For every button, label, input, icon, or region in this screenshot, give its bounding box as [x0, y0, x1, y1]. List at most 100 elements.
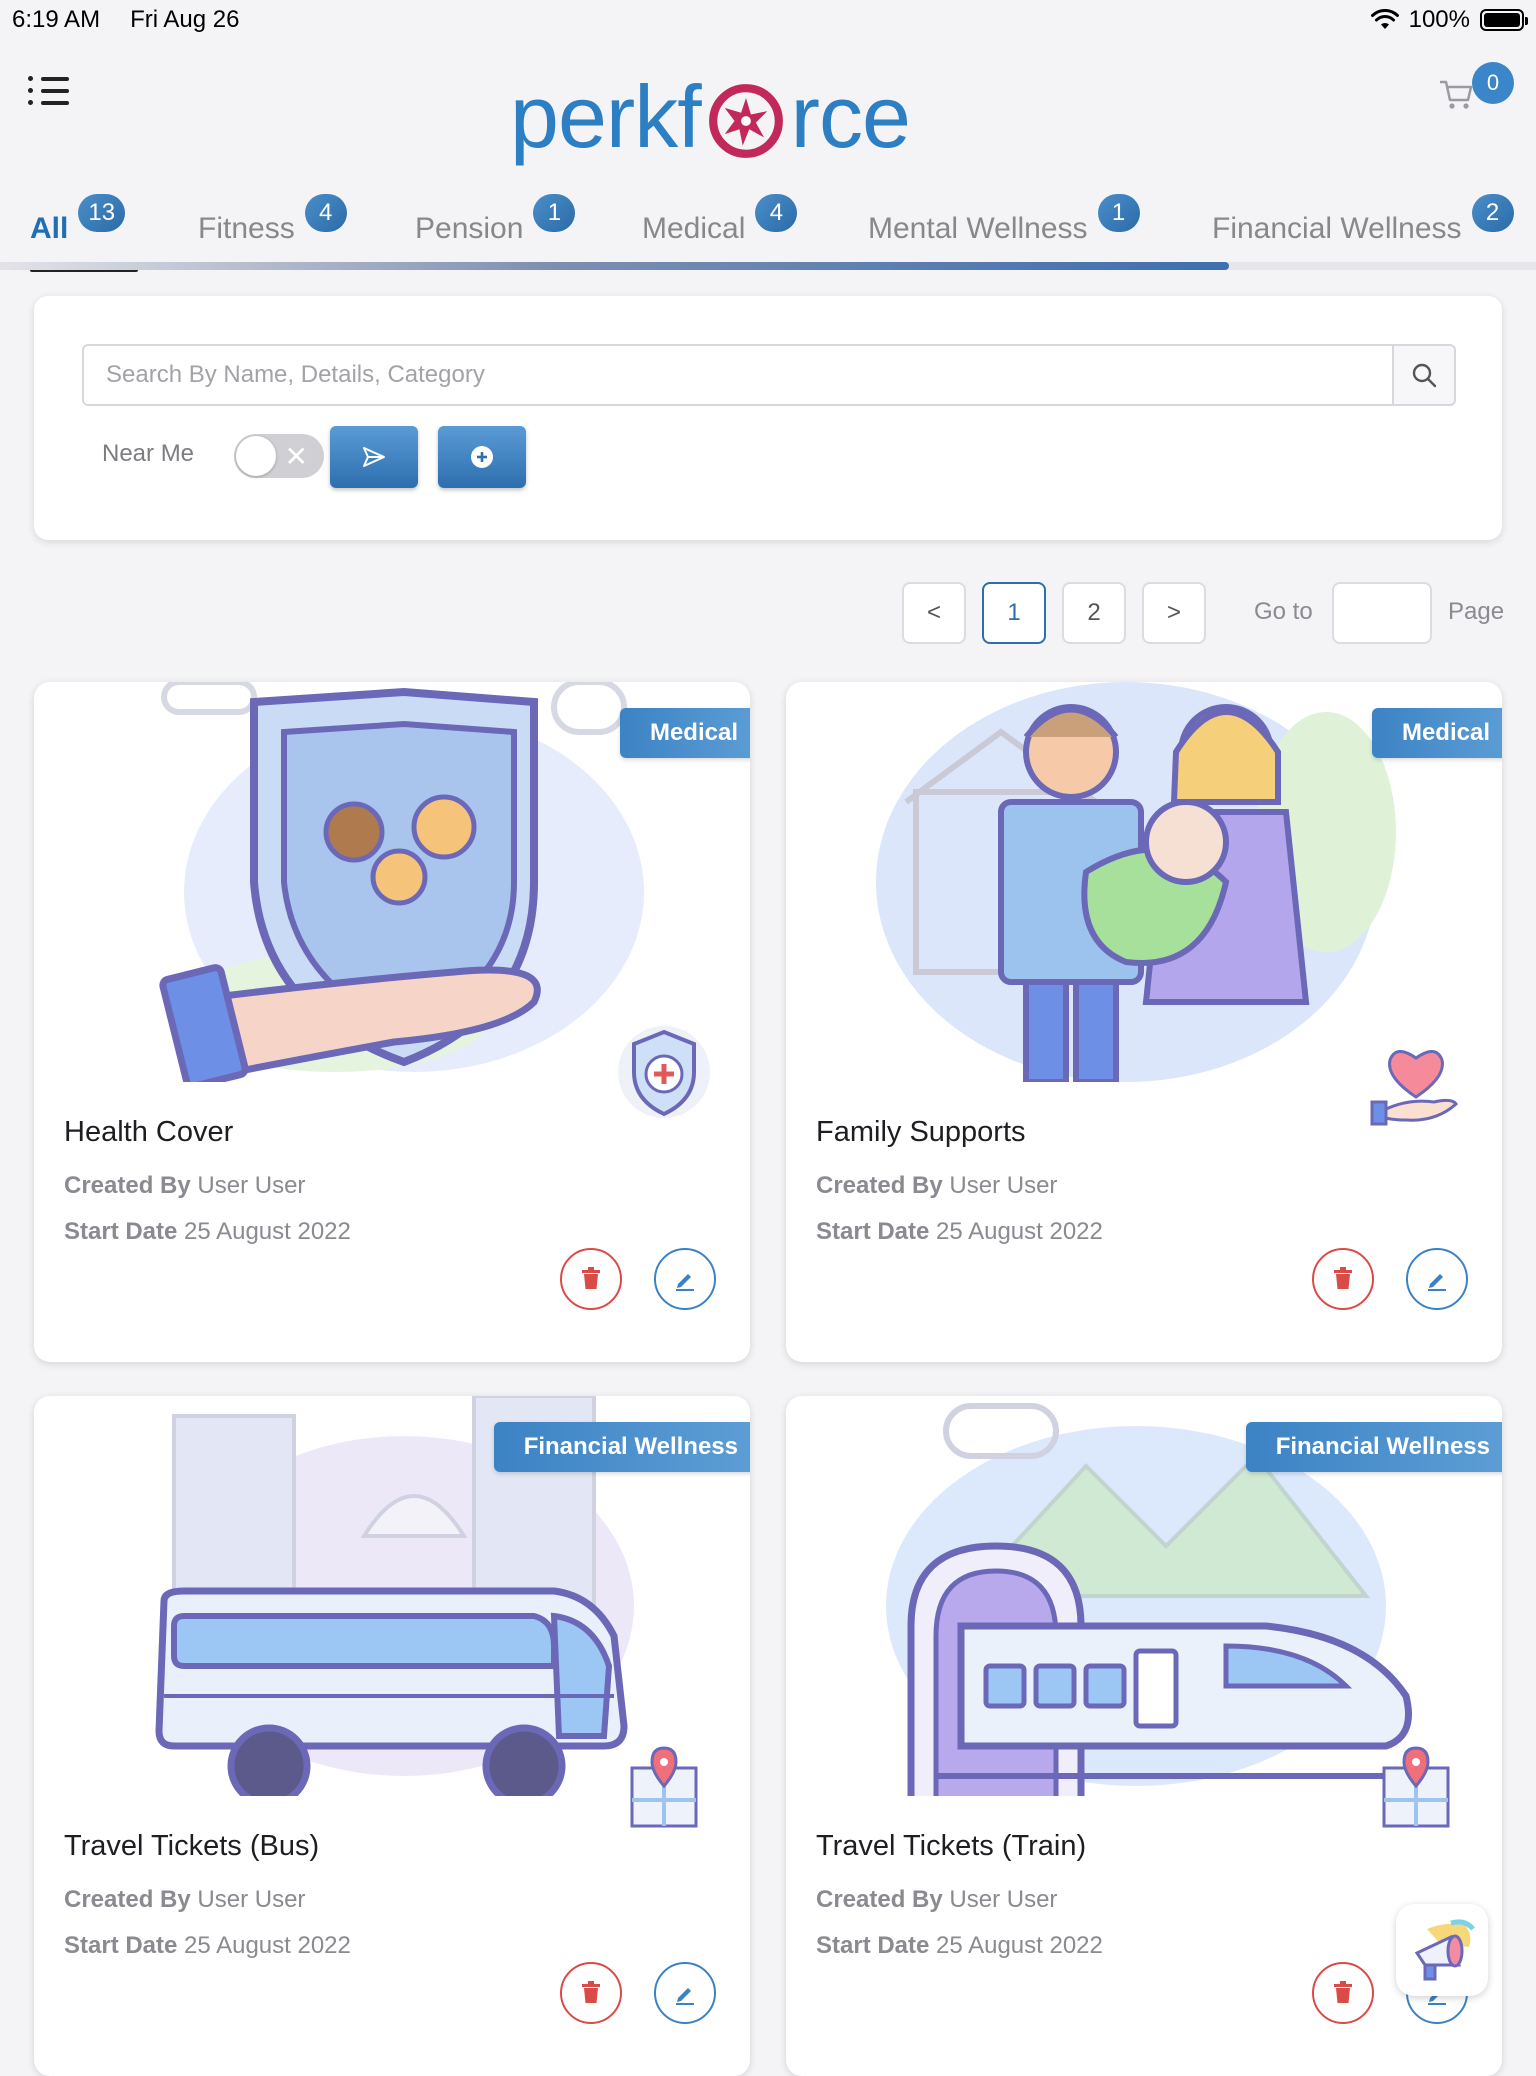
wifi-icon [1370, 9, 1399, 29]
start-date-label: Start Date [816, 1218, 930, 1245]
delete-button[interactable] [1312, 1962, 1374, 2024]
card-created-by: Created By User User [816, 1886, 1057, 1914]
category-tag: Medical [619, 708, 750, 758]
battery-percent: 100% [1408, 6, 1470, 33]
prev-page-button[interactable]: < [902, 582, 966, 644]
tab-label: Fitness [198, 212, 295, 245]
page-button-2[interactable]: 2 [1062, 582, 1126, 644]
created-by-label: Created By [64, 1172, 191, 1199]
tab-all[interactable]: All 13 [30, 194, 138, 272]
status-bar: 6:19 AM Fri Aug 26 100% [0, 0, 1536, 40]
category-tag: Medical [1371, 708, 1502, 758]
tab-count-badge: 2 [1471, 194, 1514, 232]
start-date-label: Start Date [64, 1932, 178, 1959]
goto-label: Go to [1254, 598, 1313, 625]
near-me-toggle[interactable]: ✕ [234, 434, 324, 478]
logo-text-left: perkf [510, 67, 702, 166]
card-title[interactable]: Travel Tickets (Train) [816, 1830, 1086, 1863]
status-time: 6:19 AM [12, 6, 101, 33]
delete-button[interactable] [1312, 1248, 1374, 1310]
tab-pension[interactable]: Pension 1 [415, 194, 576, 246]
megaphone-icon [1414, 1919, 1475, 1981]
search-button[interactable] [1392, 344, 1456, 406]
tab-count-badge: 4 [755, 194, 798, 232]
edit-icon [676, 1274, 694, 1291]
tab-count-badge: 4 [304, 194, 347, 232]
created-by-value: User User [197, 1172, 306, 1199]
goto-page-input[interactable] [1332, 582, 1432, 644]
start-date-value: 25 August 2022 [936, 1932, 1103, 1959]
search-icon [1412, 363, 1437, 388]
announcements-button[interactable] [1396, 1904, 1488, 1996]
tab-count-badge: 1 [533, 194, 576, 232]
perk-card[interactable]: Medical Family Supports Created By User … [786, 682, 1502, 1362]
created-by-value: User User [197, 1886, 306, 1913]
status-date: Fri Aug 26 [130, 6, 240, 33]
battery-icon [1480, 9, 1528, 31]
tab-label: Mental Wellness [868, 212, 1088, 245]
map-pin-icon [1382, 1746, 1450, 1828]
tab-financial-wellness[interactable]: Financial Wellness 2 [1212, 194, 1514, 246]
delete-button[interactable] [560, 1962, 622, 2024]
edit-icon [676, 1988, 694, 2005]
app-header: perkf rce 0 [0, 40, 1536, 180]
start-date-label: Start Date [64, 1218, 178, 1245]
tab-mental-wellness[interactable]: Mental Wellness 1 [868, 194, 1140, 246]
page-label: Page [1448, 598, 1505, 625]
next-page-button[interactable]: > [1142, 582, 1206, 644]
start-date-value: 25 August 2022 [936, 1218, 1103, 1245]
logo-mark-icon [708, 84, 783, 158]
tab-label: Pension [415, 212, 524, 245]
card-start-date: Start Date 25 August 2022 [816, 1218, 1103, 1246]
delete-icon [1334, 1267, 1352, 1289]
page-button-1[interactable]: 1 [982, 582, 1046, 644]
start-date-value: 25 August 2022 [184, 1932, 351, 1959]
delete-icon [1334, 1981, 1352, 2003]
tab-scroll-indicator-fill [0, 262, 1229, 270]
perk-card[interactable]: Financial Wellness Travel Tickets (Train… [786, 1396, 1502, 2076]
toggle-knob [236, 436, 276, 476]
perk-card[interactable]: Medical Health Cover Created By User Use… [34, 682, 750, 1362]
card-title[interactable]: Health Cover [64, 1116, 233, 1149]
send-icon [363, 447, 385, 467]
edit-button[interactable] [1406, 1248, 1468, 1310]
card-start-date: Start Date 25 August 2022 [64, 1932, 351, 1960]
edit-icon [1428, 1274, 1446, 1291]
send-location-button[interactable] [330, 426, 418, 488]
edit-button[interactable] [654, 1962, 716, 2024]
tab-count-badge: 1 [1097, 194, 1140, 232]
menu-icon[interactable] [28, 76, 70, 112]
start-date-label: Start Date [816, 1932, 930, 1959]
card-created-by: Created By User User [816, 1172, 1057, 1200]
toggle-off-icon: ✕ [284, 441, 308, 472]
search-panel: Near Me ✕ [34, 296, 1502, 540]
created-by-label: Created By [64, 1886, 191, 1913]
card-title[interactable]: Travel Tickets (Bus) [64, 1830, 319, 1863]
map-pin-icon [630, 1746, 698, 1828]
search-input[interactable] [82, 344, 1394, 406]
tab-scroll-indicator [0, 262, 1536, 270]
start-date-value: 25 August 2022 [184, 1218, 351, 1245]
tab-fitness[interactable]: Fitness 4 [198, 194, 347, 246]
delete-button[interactable] [560, 1248, 622, 1310]
card-created-by: Created By User User [64, 1172, 305, 1200]
delete-icon [582, 1981, 600, 2003]
shield-plus-icon [618, 1026, 710, 1118]
edit-button[interactable] [654, 1248, 716, 1310]
add-circle-icon [471, 446, 493, 468]
status-right: 100% [1370, 6, 1528, 34]
tab-label: Medical [642, 212, 746, 245]
card-title[interactable]: Family Supports [816, 1116, 1026, 1149]
perk-card[interactable]: Financial Wellness Travel Tickets (Bus) … [34, 1396, 750, 2076]
cart-count-badge[interactable]: 0 [1472, 62, 1514, 104]
cart-icon[interactable] [1436, 74, 1476, 114]
created-by-label: Created By [816, 1886, 943, 1913]
category-tag: Financial Wellness [493, 1422, 750, 1472]
tab-medical[interactable]: Medical 4 [642, 194, 798, 246]
tab-label: All [30, 212, 69, 245]
category-tabs: All 13 Fitness 4 Pension 1 Medical 4 Men… [0, 180, 1536, 272]
add-perk-button[interactable] [438, 426, 526, 488]
perkforce-logo: perkf rce [510, 62, 911, 172]
logo-text-right: rce [790, 67, 911, 166]
created-by-value: User User [949, 1172, 1058, 1199]
